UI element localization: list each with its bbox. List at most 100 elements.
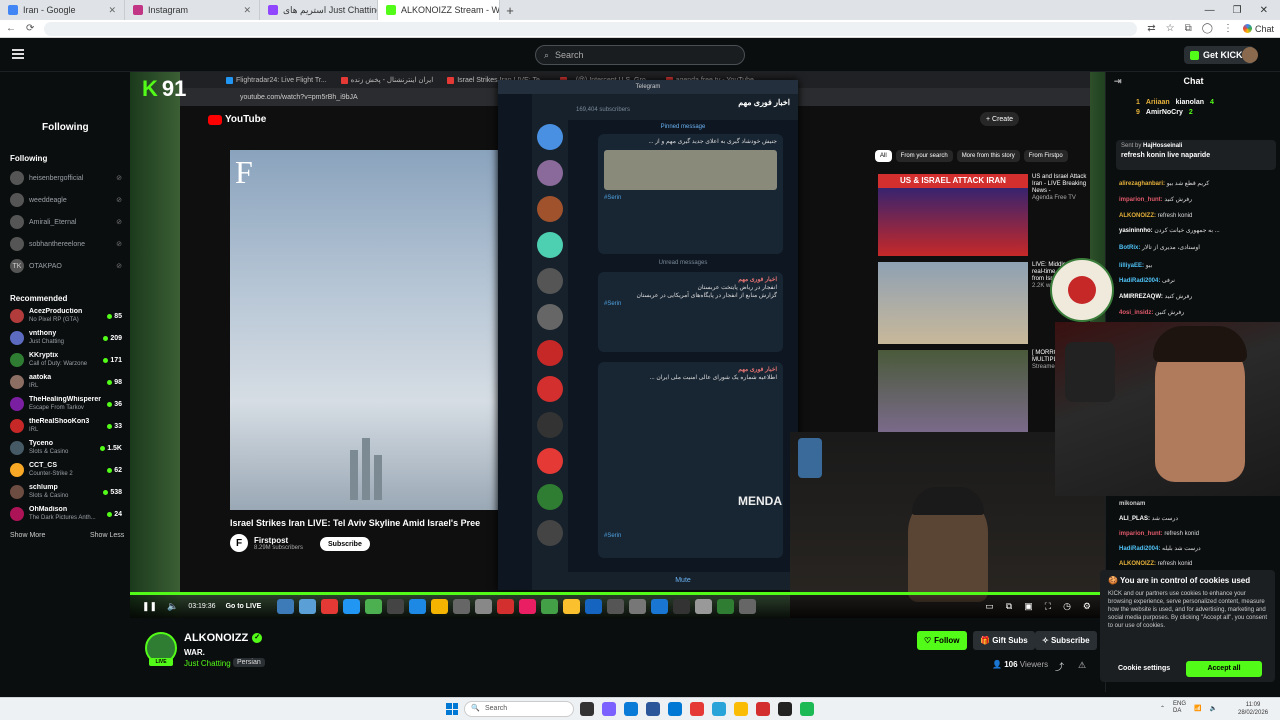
- copilot-icon[interactable]: [602, 702, 616, 716]
- store-icon[interactable]: [668, 702, 682, 716]
- url-field[interactable]: [44, 21, 1138, 36]
- chat-username[interactable]: yasininnho:: [1119, 228, 1153, 234]
- chat-message[interactable]: 4osi_insidz: رفرش کنین: [1119, 309, 1277, 318]
- following-item[interactable]: Amirali_Eternal ⊘: [10, 215, 122, 229]
- recommended-channel[interactable]: AcezProduction No Pixel RP (GTA) 85: [10, 308, 122, 324]
- recommended-channel[interactable]: CCT_CS Counter-Strike 2 62: [10, 462, 122, 478]
- chat-message[interactable]: lilliyaEE: بیو: [1119, 262, 1277, 271]
- chat-message[interactable]: ALI_PLAS: درست شد: [1119, 515, 1277, 524]
- back-icon[interactable]: ←: [6, 23, 16, 34]
- following-item[interactable]: heisenbergofficial ⊘: [10, 171, 122, 185]
- chat-username[interactable]: HadiRadi2004:: [1119, 546, 1160, 552]
- recommended-channel[interactable]: vnthony Just Chatting 209: [10, 330, 122, 346]
- explorer-icon[interactable]: [646, 702, 660, 716]
- following-item[interactable]: sobhanthereelone ⊘: [10, 237, 122, 251]
- chat-username[interactable]: ALKONOIZZ:: [1119, 561, 1156, 567]
- speaker-icon[interactable]: 🔈: [1210, 705, 1217, 712]
- close-icon[interactable]: ✕: [243, 5, 251, 16]
- subscribe-button[interactable]: ✧ Subscribe: [1035, 631, 1097, 650]
- browser-tab-twitch[interactable]: استریم های Just Chatting - توییچ✕: [260, 0, 378, 20]
- share-icon[interactable]: ⤴: [1055, 660, 1064, 673]
- streamer-name[interactable]: ALKONOIZZ ✓: [184, 632, 263, 644]
- chat-username[interactable]: imparion_hunt:: [1119, 197, 1163, 203]
- chat-message[interactable]: mikonam: [1119, 500, 1277, 509]
- category-link[interactable]: Just Chatting: [184, 659, 231, 668]
- chat-message[interactable]: HadiRadi2004: نرفی: [1119, 277, 1277, 286]
- recommended-channel[interactable]: aatoka IRL 98: [10, 374, 122, 390]
- chat-username[interactable]: mikonam: [1119, 501, 1145, 507]
- chat-username[interactable]: AMIRREZAQW:: [1119, 294, 1163, 300]
- chat-message[interactable]: ALKONOIZZ: refresh konid: [1119, 212, 1277, 221]
- translate-icon[interactable]: ⇄: [1147, 23, 1155, 34]
- close-icon[interactable]: ✕: [108, 5, 116, 16]
- ai-chat-button[interactable]: Chat: [1242, 24, 1274, 34]
- recommended-channel[interactable]: schlump Slots & Casino 538: [10, 484, 122, 500]
- extensions-icon[interactable]: ⧉: [1185, 23, 1192, 34]
- user-avatar[interactable]: [1242, 47, 1258, 63]
- telegram-icon[interactable]: [712, 702, 726, 716]
- go-to-live-button[interactable]: Go to LIVE: [226, 603, 262, 610]
- clock[interactable]: 11:09 28/02/2026: [1238, 701, 1268, 717]
- chat-username[interactable]: alirezaghanbari:: [1119, 181, 1165, 187]
- report-flag-icon[interactable]: ⚠: [1078, 660, 1086, 671]
- recommended-channel[interactable]: OhMadison The Dark Pictures Anth... 24: [10, 506, 122, 522]
- clip-icon[interactable]: ◷: [1063, 601, 1071, 612]
- chat-message[interactable]: BotRix: اوستادی، مدیری از تالار: [1119, 244, 1277, 253]
- chat-message[interactable]: alirezaghanbari: کریم قطع شد بیو: [1119, 180, 1277, 189]
- gift-subs-button[interactable]: 🎁 Gift Subs: [973, 631, 1035, 650]
- taskbar-search[interactable]: Search: [464, 701, 574, 717]
- show-less-button[interactable]: Show Less: [90, 532, 124, 539]
- reload-icon[interactable]: ⟳: [26, 23, 34, 34]
- recommended-channel[interactable]: KKryptix Call of Duty: Warzone 171: [10, 352, 122, 368]
- video-player[interactable]: Flightradar24: Live Flight Tr... ایران ا…: [130, 72, 1105, 618]
- close-window-icon[interactable]: ✕: [1260, 5, 1268, 16]
- obs-icon[interactable]: [778, 702, 792, 716]
- bookmark-star-icon[interactable]: ☆: [1166, 23, 1175, 34]
- chat-message[interactable]: yasininnho: به جمهوری خیانت کردن ...: [1119, 227, 1277, 236]
- search-input[interactable]: ⌕ Search: [535, 45, 745, 65]
- wifi-icon[interactable]: 📶: [1194, 705, 1201, 712]
- chrome-icon[interactable]: [734, 702, 748, 716]
- chat-message[interactable]: ALKONOIZZ: refresh konid: [1119, 560, 1277, 569]
- edge-icon[interactable]: [624, 702, 638, 716]
- browser-tab-google[interactable]: Iran - Google ✕: [0, 0, 125, 20]
- windows-start-icon[interactable]: [446, 703, 458, 715]
- fullscreen-icon[interactable]: ⛶: [1045, 601, 1051, 612]
- chat-message[interactable]: HadiRadi2004: درست شد بلیله: [1119, 545, 1277, 554]
- profile-icon[interactable]: ◯: [1202, 23, 1213, 34]
- hamburger-menu-icon[interactable]: [12, 49, 24, 59]
- chat-username[interactable]: ALI_PLAS:: [1119, 516, 1150, 522]
- following-item[interactable]: TK OTAKPAO ⊘: [10, 259, 122, 273]
- browser-tab-instagram[interactable]: Instagram ✕: [125, 0, 260, 20]
- chat-message[interactable]: imparion_hunt: refresh konid: [1119, 530, 1277, 539]
- minimize-icon[interactable]: —: [1205, 5, 1215, 16]
- theater-mode-icon[interactable]: ▭: [985, 601, 994, 612]
- volume-icon[interactable]: 🔈: [167, 601, 178, 612]
- tray-chevron-icon[interactable]: ⌃: [1160, 705, 1165, 712]
- collapse-chat-icon[interactable]: ⇥: [1114, 72, 1122, 90]
- show-more-button[interactable]: Show More: [10, 532, 45, 539]
- new-tab-button[interactable]: +: [500, 3, 520, 18]
- miniplayer-icon[interactable]: ⧉: [1006, 601, 1012, 612]
- cookie-settings-button[interactable]: Cookie settings: [1118, 665, 1170, 672]
- chat-username[interactable]: 4osi_insidz:: [1119, 310, 1153, 316]
- chat-message[interactable]: AMIRREZAQW: رفرش کنید: [1119, 293, 1277, 302]
- recommended-channel[interactable]: TheHealingWhisperer Escape From Tarkov 36: [10, 396, 122, 412]
- menu-dots-icon[interactable]: ⋮: [1223, 23, 1233, 34]
- language-tag[interactable]: Persian: [233, 658, 265, 667]
- maximize-icon[interactable]: ❐: [1233, 5, 1242, 16]
- following-item[interactable]: weeddeagle ⊘: [10, 193, 122, 207]
- app-icon[interactable]: [756, 702, 770, 716]
- chat-username[interactable]: lilliyaEE:: [1119, 263, 1144, 269]
- chat-username[interactable]: imparion_hunt:: [1119, 531, 1163, 537]
- recommended-channel[interactable]: Tyceno Slots & Casino 1.5K: [10, 440, 122, 456]
- follow-button[interactable]: ♡ Follow: [917, 631, 967, 650]
- chat-username[interactable]: HadiRadi2004:: [1119, 278, 1160, 284]
- settings-gear-icon[interactable]: ⚙: [1083, 601, 1091, 612]
- spotify-icon[interactable]: [800, 702, 814, 716]
- pause-icon[interactable]: ❚❚: [142, 601, 157, 612]
- pip-icon[interactable]: ▣: [1024, 601, 1033, 612]
- youtube-icon[interactable]: [690, 702, 704, 716]
- chat-username[interactable]: BotRix:: [1119, 245, 1140, 251]
- browser-tab-kick[interactable]: ALKONOIZZ Stream - Watch L✕: [378, 0, 500, 20]
